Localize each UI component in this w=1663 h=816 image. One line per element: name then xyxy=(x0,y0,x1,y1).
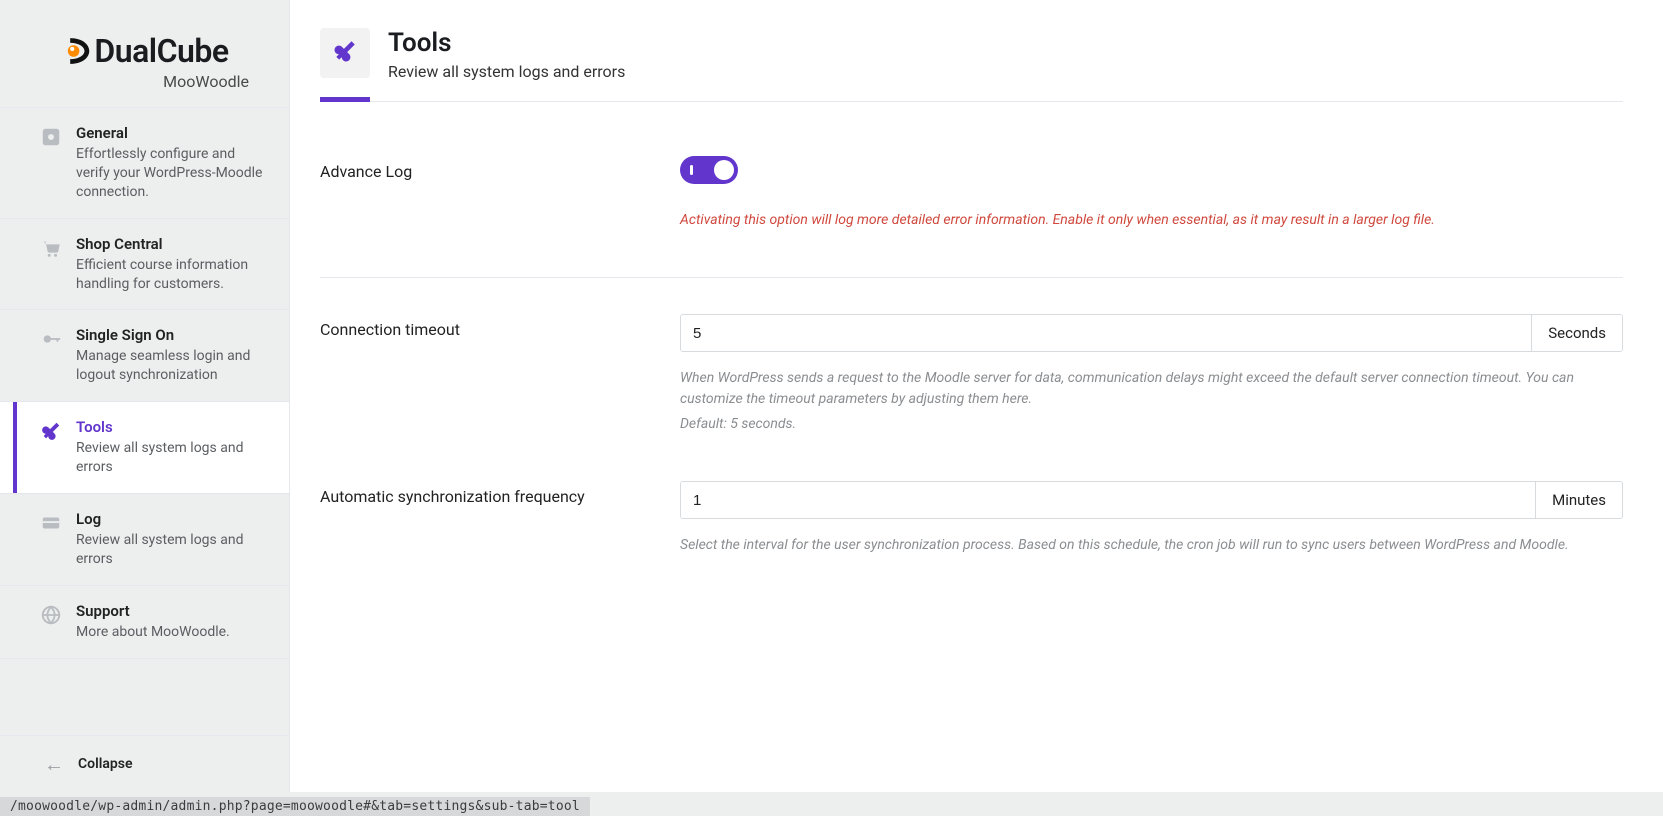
sidebar-item-shop-central[interactable]: Shop Central Efficient course informatio… xyxy=(0,219,289,311)
sidebar-collapse[interactable]: ← Collapse xyxy=(0,735,289,792)
collapse-label: Collapse xyxy=(78,756,132,772)
sync-frequency-field: Minutes xyxy=(680,481,1623,519)
page-title: Tools xyxy=(388,28,625,58)
sidebar-item-tools[interactable]: Tools Review all system logs and errors xyxy=(0,402,289,494)
nav-title: Shop Central xyxy=(76,235,271,253)
gear-box-icon xyxy=(40,126,62,148)
dualcube-logo-icon xyxy=(60,34,94,68)
nav-desc: Manage seamless login and logout synchro… xyxy=(76,347,271,385)
setting-connection-timeout: Connection timeout Seconds When WordPres… xyxy=(320,304,1623,445)
main-content: Tools Review all system logs and errors … xyxy=(290,0,1663,792)
advance-log-help: Activating this option will log more det… xyxy=(680,210,1623,231)
sidebar-item-support[interactable]: Support More about MooWoodle. xyxy=(0,586,289,659)
setting-advance-log: Advance Log Activating this option will … xyxy=(320,146,1623,278)
brand-subtitle: MooWoodle xyxy=(36,72,253,91)
nav-title: General xyxy=(76,124,271,142)
tools-icon xyxy=(40,420,62,442)
nav-title: Tools xyxy=(76,418,271,436)
nav-desc: More about MooWoodle. xyxy=(76,623,271,642)
sidebar-item-sso[interactable]: Single Sign On Manage seamless login and… xyxy=(0,310,289,402)
sidebar-item-general[interactable]: General Effortlessly configure and verif… xyxy=(0,108,289,219)
card-icon xyxy=(40,512,62,534)
nav-desc: Review all system logs and errors xyxy=(76,531,271,569)
page-subtitle: Review all system logs and errors xyxy=(388,62,625,81)
brand-block: DualCube MooWoodle xyxy=(0,0,289,108)
connection-timeout-input[interactable] xyxy=(681,315,1531,351)
connection-timeout-label: Connection timeout xyxy=(320,314,650,339)
tools-icon xyxy=(332,38,358,68)
cart-icon xyxy=(40,237,62,259)
nav-desc: Effortlessly configure and verify your W… xyxy=(76,145,271,202)
advance-log-toggle[interactable] xyxy=(680,156,738,184)
status-bar: /moowoodle/wp-admin/admin.php?page=moowo… xyxy=(0,797,590,816)
sidebar-item-log[interactable]: Log Review all system logs and errors xyxy=(0,494,289,586)
sync-frequency-input[interactable] xyxy=(681,482,1535,518)
nav-desc: Efficient course information handling fo… xyxy=(76,256,271,294)
nav-title: Log xyxy=(76,510,271,528)
connection-timeout-unit: Seconds xyxy=(1531,315,1622,351)
nav-title: Single Sign On xyxy=(76,326,271,344)
brand-logo: DualCube xyxy=(36,28,253,70)
page-icon-tile xyxy=(320,28,370,78)
sync-frequency-label: Automatic synchronization frequency xyxy=(320,481,650,506)
sync-frequency-help: Select the interval for the user synchro… xyxy=(680,535,1623,556)
connection-timeout-help-2: Default: 5 seconds. xyxy=(680,414,1623,435)
tabstrip xyxy=(320,101,1623,102)
settings-form: Advance Log Activating this option will … xyxy=(320,146,1623,566)
arrow-left-icon: ← xyxy=(44,754,64,774)
globe-icon xyxy=(40,604,62,626)
connection-timeout-field: Seconds xyxy=(680,314,1623,352)
sync-frequency-unit: Minutes xyxy=(1535,482,1622,518)
brand-name: DualCube xyxy=(94,32,228,70)
setting-sync-frequency: Automatic synchronization frequency Minu… xyxy=(320,471,1623,566)
page-header: Tools Review all system logs and errors xyxy=(320,28,1623,101)
key-icon xyxy=(40,328,62,350)
nav-desc: Review all system logs and errors xyxy=(76,439,271,477)
advance-log-label: Advance Log xyxy=(320,156,650,181)
nav-title: Support xyxy=(76,602,271,620)
sidebar-nav: General Effortlessly configure and verif… xyxy=(0,108,289,659)
sidebar: DualCube MooWoodle General Effortlessly … xyxy=(0,0,290,792)
connection-timeout-help-1: When WordPress sends a request to the Mo… xyxy=(680,368,1623,410)
